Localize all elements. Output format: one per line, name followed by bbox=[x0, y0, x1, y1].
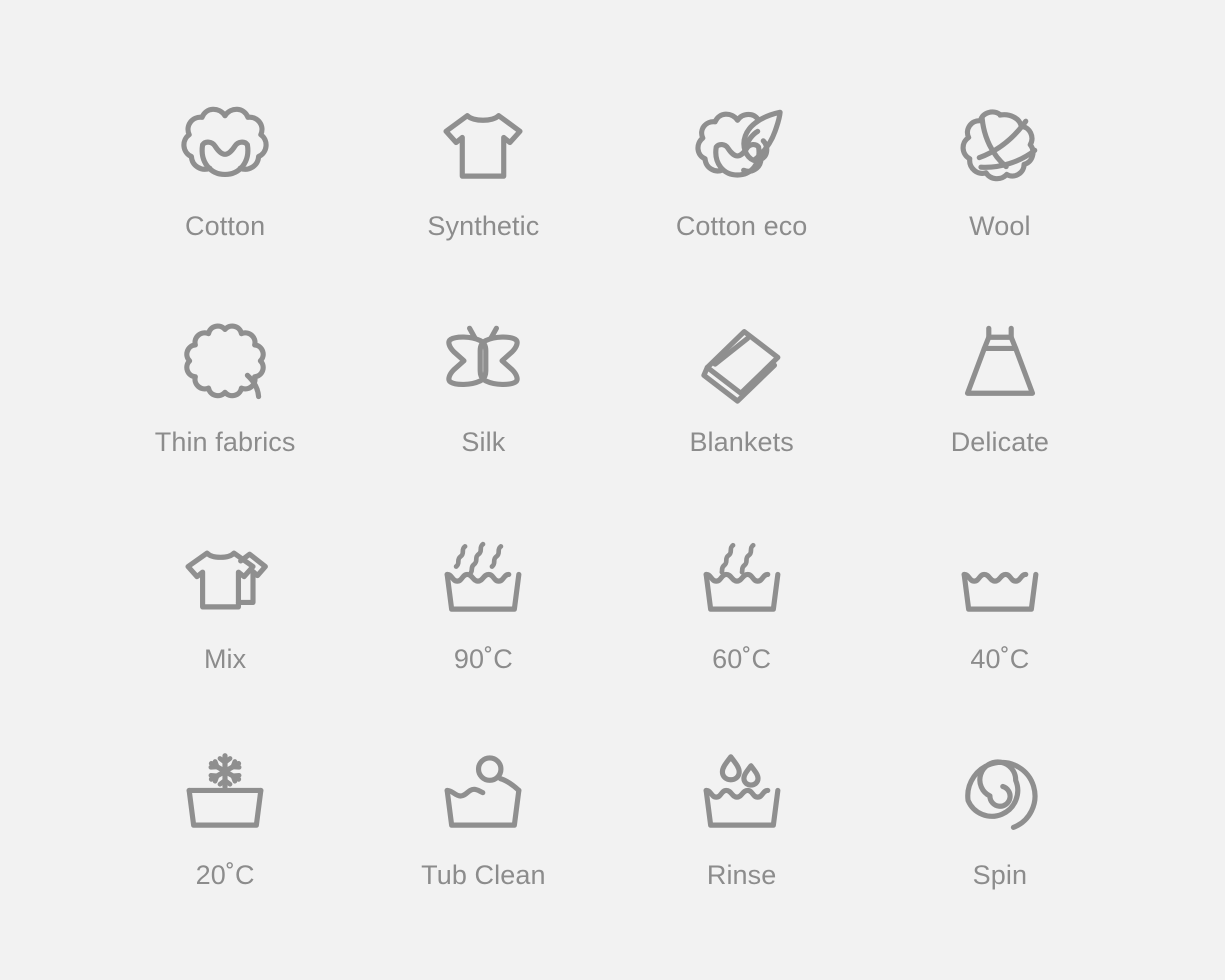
icon-cell-thin-fabrics[interactable]: Thin fabrics bbox=[96, 275, 354, 492]
icon-cell-blankets[interactable]: Blankets bbox=[613, 275, 871, 492]
icon-label: Cotton eco bbox=[675, 210, 808, 241]
icon-cell-spin[interactable]: Spin bbox=[871, 708, 1129, 925]
icon-label: 90˚C bbox=[453, 643, 513, 674]
icon-cell-wool[interactable]: Wool bbox=[871, 58, 1129, 275]
icon-label: Wool bbox=[969, 210, 1031, 241]
icon-cell-wash-40[interactable]: 40˚C bbox=[871, 491, 1129, 708]
icon-cell-tub-clean[interactable]: Tub Clean bbox=[354, 708, 612, 925]
scalloped-flower-icon bbox=[169, 307, 281, 419]
wash-tub-bubble-icon bbox=[427, 740, 539, 852]
wash-tub-icon bbox=[944, 524, 1056, 636]
icon-grid: Cotton Synthetic Cotton eco Wool Thin fa… bbox=[0, 0, 1225, 980]
wash-tub-droplets-icon bbox=[686, 740, 798, 852]
icon-cell-wash-20[interactable]: 20˚C bbox=[96, 708, 354, 925]
wash-tub-snowflake-icon bbox=[169, 740, 281, 852]
icon-cell-synthetic[interactable]: Synthetic bbox=[354, 58, 612, 275]
icon-label: Rinse bbox=[706, 860, 777, 891]
icon-label: Tub Clean bbox=[421, 860, 546, 891]
icon-label: Delicate bbox=[950, 427, 1050, 458]
yarn-ball-icon bbox=[944, 91, 1056, 203]
dress-icon bbox=[944, 307, 1056, 419]
tshirt-icon bbox=[427, 91, 539, 203]
icon-label: 60˚C bbox=[712, 643, 772, 674]
icon-cell-mix[interactable]: Mix bbox=[96, 491, 354, 708]
icon-cell-cotton-eco[interactable]: Cotton eco bbox=[613, 58, 871, 275]
wash-tub-three-steam-icon bbox=[427, 524, 539, 636]
icon-cell-cotton[interactable]: Cotton bbox=[96, 58, 354, 275]
icon-label: Cotton bbox=[185, 210, 266, 241]
icon-label: Silk bbox=[461, 427, 506, 458]
icon-label: Spin bbox=[972, 860, 1028, 891]
icon-cell-wash-60[interactable]: 60˚C bbox=[613, 491, 871, 708]
icon-label: Blankets bbox=[689, 427, 794, 458]
spiral-icon bbox=[944, 740, 1056, 852]
two-tshirts-icon bbox=[169, 524, 281, 636]
cotton-boll-icon bbox=[169, 91, 281, 203]
icon-cell-rinse[interactable]: Rinse bbox=[613, 708, 871, 925]
wash-tub-two-steam-icon bbox=[686, 524, 798, 636]
cotton-boll-leaf-icon bbox=[686, 91, 798, 203]
icon-label: 20˚C bbox=[195, 860, 255, 891]
icon-label: 40˚C bbox=[970, 643, 1030, 674]
folded-blanket-icon bbox=[686, 307, 798, 419]
snowflake-icon bbox=[208, 753, 242, 790]
icon-cell-silk[interactable]: Silk bbox=[354, 275, 612, 492]
icon-label: Thin fabrics bbox=[154, 427, 296, 458]
icon-label: Mix bbox=[203, 643, 247, 674]
butterfly-icon bbox=[427, 307, 539, 419]
icon-cell-wash-90[interactable]: 90˚C bbox=[354, 491, 612, 708]
icon-cell-delicate[interactable]: Delicate bbox=[871, 275, 1129, 492]
icon-label: Synthetic bbox=[427, 210, 540, 241]
